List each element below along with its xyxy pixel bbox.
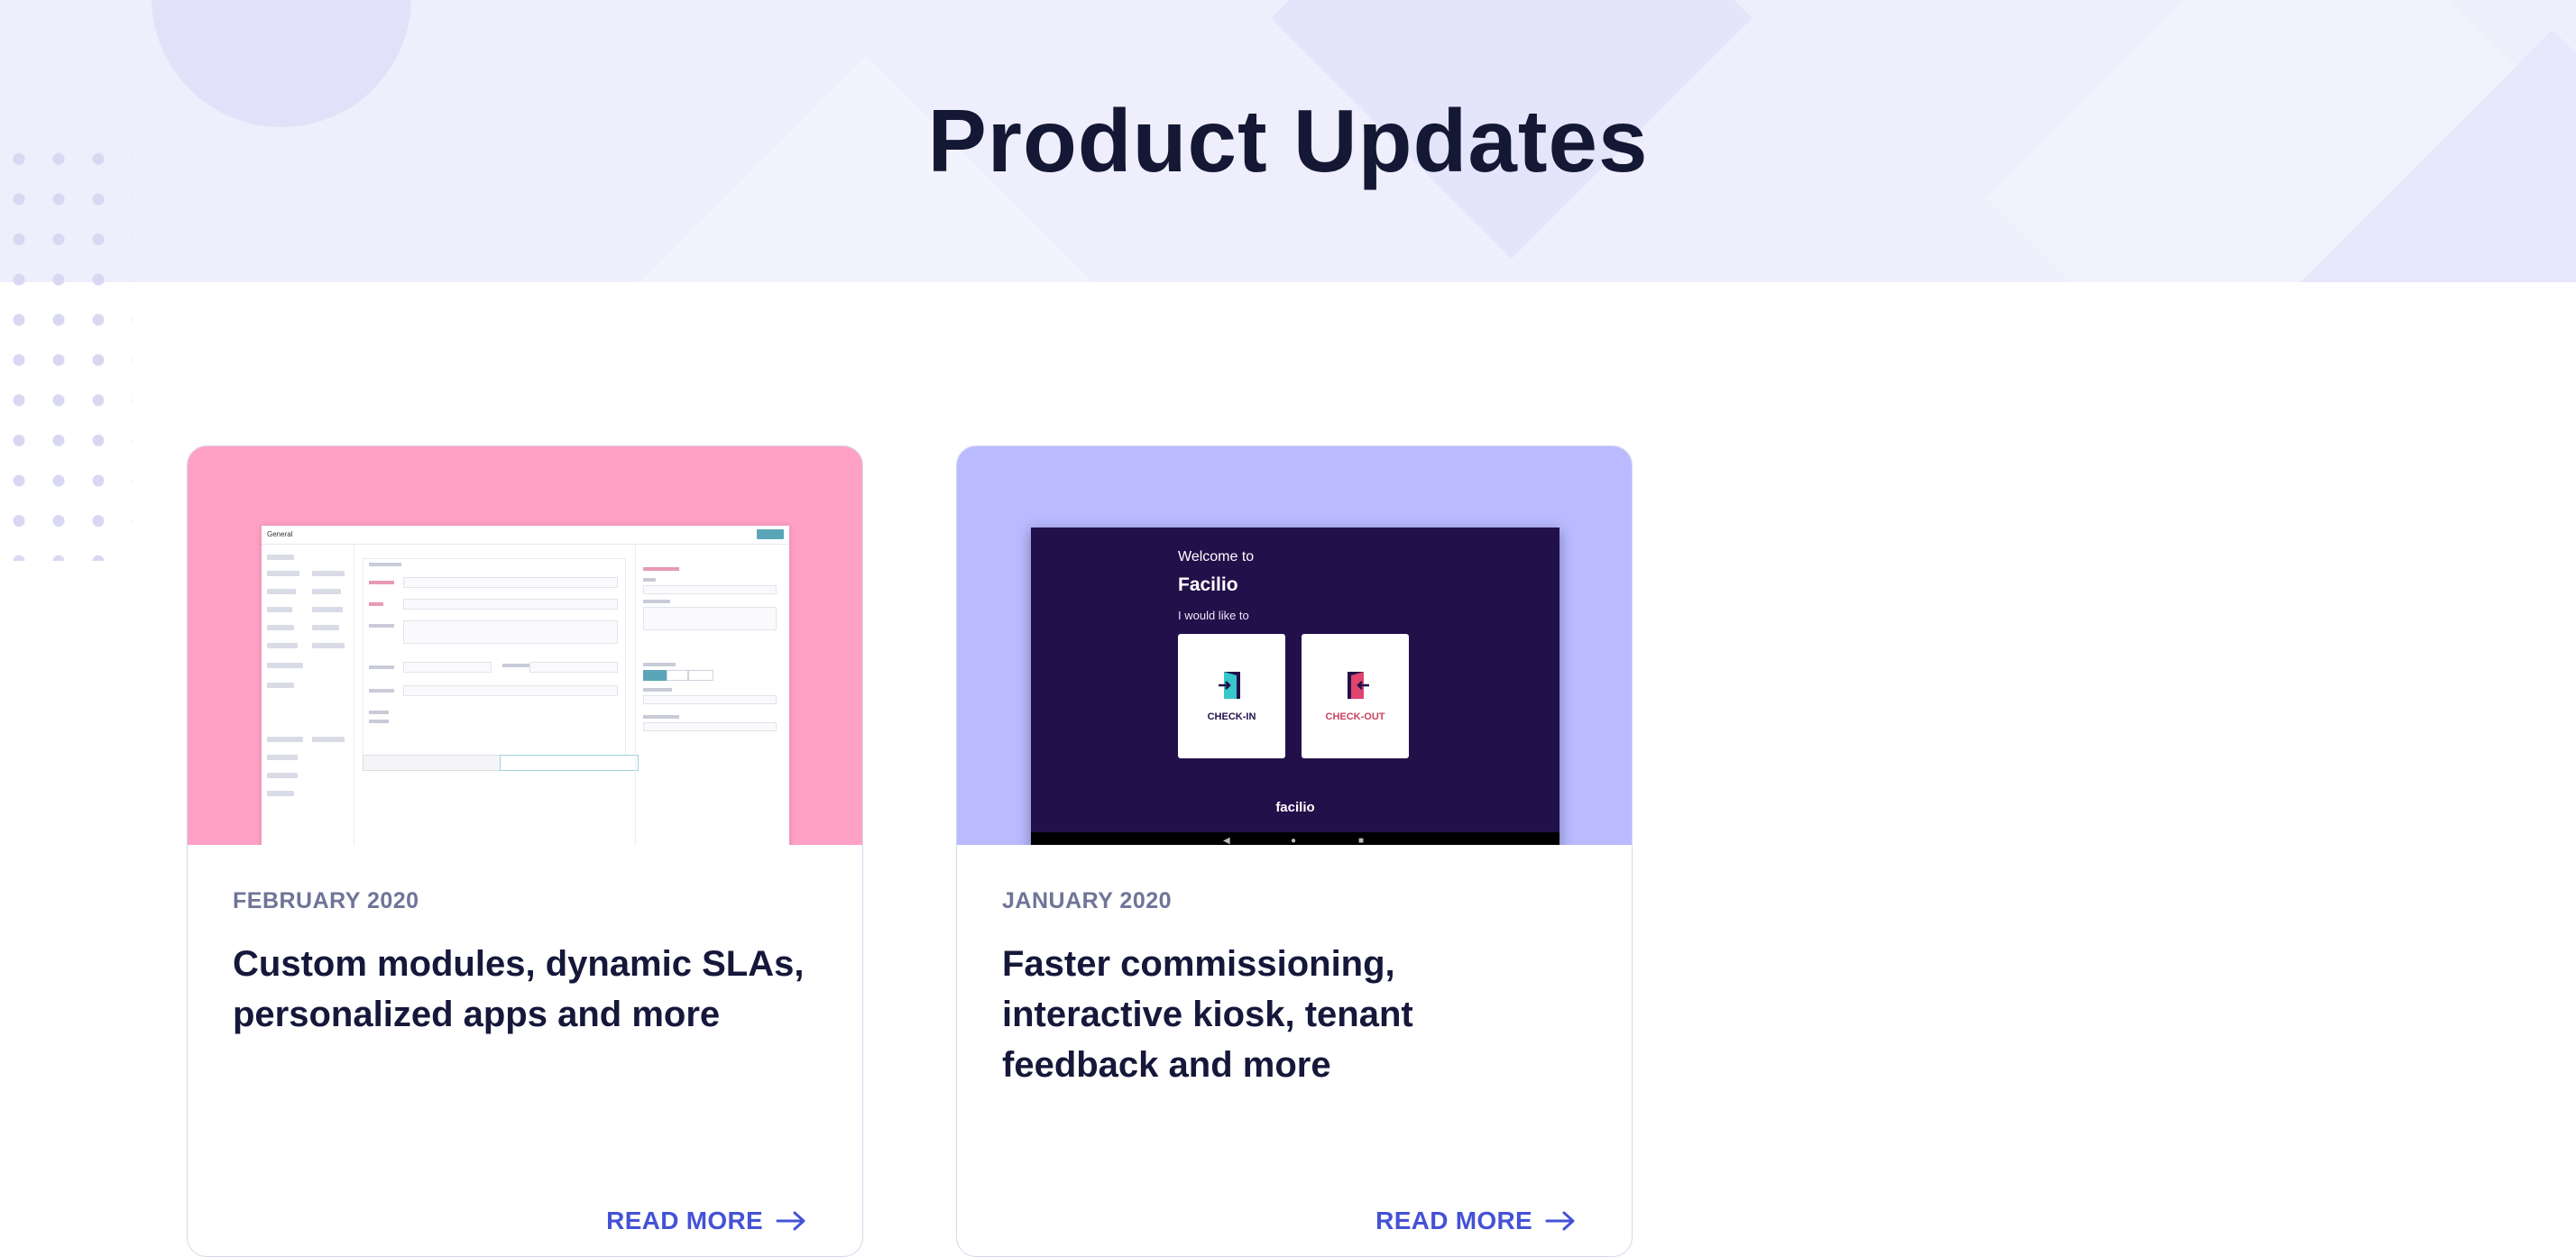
- arrow-right-icon: [776, 1211, 805, 1231]
- kiosk-check-in-tile: CHECK-IN: [1178, 634, 1285, 758]
- screenshot-form-body: [363, 558, 626, 758]
- post-title[interactable]: Custom modules, dynamic SLAs, personaliz…: [233, 939, 810, 1040]
- door-exit-icon: [1348, 672, 1369, 699]
- kiosk-footer-logo: facilio: [1275, 800, 1315, 815]
- read-more-link[interactable]: READ MORE: [1375, 1207, 1576, 1235]
- decorative-dot-grid: [0, 137, 133, 561]
- page-title: Product Updates: [927, 91, 1649, 190]
- recents-icon: ■: [1358, 836, 1365, 845]
- screenshot-kiosk: Welcome to Facilio I would like to CHECK…: [1031, 528, 1559, 845]
- screenshot-form: General: [262, 526, 789, 845]
- kiosk-check-out-label: CHECK-OUT: [1325, 711, 1385, 722]
- screenshot-submit-button: [500, 755, 639, 771]
- back-icon: ◀: [1223, 836, 1230, 845]
- post-date: FEBRUARY 2020: [233, 888, 419, 913]
- read-more-label: READ MORE: [1375, 1207, 1532, 1234]
- kiosk-check-in-label: CHECK-IN: [1207, 711, 1256, 722]
- kiosk-prompt: I would like to: [1178, 609, 1249, 622]
- kiosk-welcome-text: Welcome to: [1178, 549, 1255, 564]
- card-image: General: [188, 446, 862, 845]
- hero-banner: Product Updates: [0, 0, 2576, 282]
- home-icon: ●: [1291, 836, 1297, 845]
- door-enter-icon: [1219, 672, 1240, 699]
- screenshot-right-panel: [635, 544, 789, 845]
- kiosk-check-out-tile: CHECK-OUT: [1302, 634, 1409, 758]
- android-nav-bar: ◀ ● ■: [1031, 832, 1559, 845]
- update-card-january-2020[interactable]: Welcome to Facilio I would like to CHECK…: [956, 445, 1633, 1257]
- kiosk-brand: Facilio: [1178, 574, 1238, 595]
- post-title[interactable]: Faster commissioning, interactive kiosk,…: [1002, 939, 1471, 1090]
- arrow-right-icon: [1545, 1211, 1575, 1231]
- post-date: JANUARY 2020: [1002, 888, 1173, 913]
- screenshot-cancel-button: [363, 755, 501, 771]
- card-image: Welcome to Facilio I would like to CHECK…: [957, 446, 1632, 845]
- read-more-label: READ MORE: [606, 1207, 763, 1234]
- screenshot-sidebar: [262, 544, 354, 845]
- read-more-link[interactable]: READ MORE: [606, 1207, 806, 1235]
- screenshot-save-button: [757, 529, 784, 539]
- screenshot-title: General: [267, 530, 293, 538]
- update-card-february-2020[interactable]: General FEBRUARY 2020 Custom modules, dy…: [187, 445, 863, 1257]
